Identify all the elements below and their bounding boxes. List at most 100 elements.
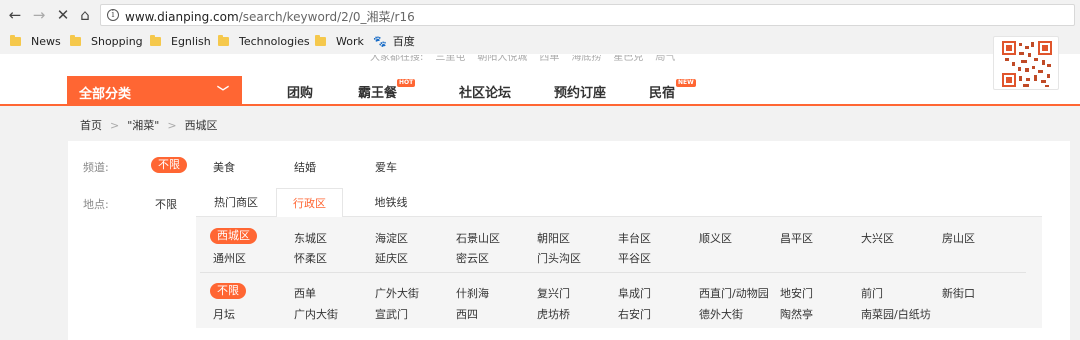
bookmark-work[interactable]: Work [315,33,364,49]
chevron-down-icon: ﹀ [217,85,230,99]
location-option-any[interactable]: 不限 [155,196,177,212]
nav-forum[interactable]: 社区论坛 [459,82,511,101]
tab-subway-lines[interactable]: 地铁线 [368,188,414,217]
url-path: /search/keyword/2/0_湘菜/r16 [238,10,415,24]
home-icon[interactable]: ⌂ [76,6,94,24]
channel-option-car[interactable]: 爱车 [375,159,397,175]
district-option[interactable]: 丰台区 [618,230,651,246]
district-option[interactable]: 房山区 [942,230,975,246]
subarea-option[interactable]: 新街口 [942,285,975,301]
subarea-option[interactable]: 右安门 [618,306,651,322]
subarea-option[interactable]: 地安门 [780,285,813,301]
district-option[interactable]: 东城区 [294,230,327,246]
bookmark-label: Egnlish [171,34,211,48]
district-option[interactable]: 石景山区 [456,230,500,246]
qr-code [993,36,1059,90]
nav-tuangou[interactable]: 团购 [287,82,313,101]
tab-administrative-districts[interactable]: 行政区 [276,188,343,217]
chevron-right-icon: > [110,119,120,132]
subarea-option[interactable]: 复兴门 [537,285,570,301]
subarea-option[interactable]: 陶然亭 [780,306,813,322]
qr-code-icon [1001,40,1053,88]
channel-option-food[interactable]: 美食 [213,159,235,175]
subarea-option[interactable]: 前门 [861,285,883,301]
hot-searches: 大家都在搜: 三里屯 朝阳大悦城 西单 海底捞 星巴克 局气 [370,55,687,66]
subarea-option[interactable]: 广外大街 [375,285,419,301]
bookmark-label: Work [336,34,364,48]
nav-label: 团购 [287,86,314,101]
subarea-option[interactable]: 阜成门 [618,285,651,301]
bookmark-egnlish[interactable]: Egnlish [150,33,211,49]
district-option[interactable]: 平谷区 [618,250,651,266]
subarea-option[interactable]: 什刹海 [456,285,489,301]
district-option[interactable]: 延庆区 [375,250,408,266]
back-arrow-icon[interactable]: ← [6,6,24,24]
subarea-option[interactable]: 广内大街 [294,306,338,322]
folder-icon [218,34,229,46]
browser-toolbar: ← → ✕ ⌂ i www.dianping.com/search/keywor… [0,0,1080,30]
breadcrumb-home[interactable]: 首页 [80,119,102,132]
bookmark-shopping[interactable]: Shopping [70,33,143,49]
site-info-icon[interactable]: i [107,9,119,21]
district-option[interactable]: 密云区 [456,250,489,266]
tab-label: 热门商区 [214,196,258,209]
breadcrumb: 首页 > "湘菜" > 西城区 [80,117,218,133]
nav-minsu[interactable]: 民宿 NEW [649,79,696,101]
folder-icon [10,34,21,46]
url-text: www.dianping.com/search/keyword/2/0_湘菜/r… [125,8,415,25]
channel-option-wedding[interactable]: 结婚 [294,159,316,175]
district-option[interactable]: 朝阳区 [537,230,570,246]
subarea-option[interactable]: 宣武门 [375,306,408,322]
nav-bawangcan[interactable]: 霸王餐 HOT [358,79,416,101]
subarea-option[interactable]: 月坛 [213,306,235,322]
tab-hot-districts[interactable]: 热门商区 [210,188,262,217]
new-badge: NEW [676,79,696,87]
folder-icon [70,34,81,46]
subarea-option[interactable]: 不限 [210,283,246,299]
url-host: www.dianping.com [125,10,239,24]
district-option[interactable]: 大兴区 [861,230,894,246]
bookmark-baidu[interactable]: 🐾 百度 [373,33,415,49]
hot-search-link[interactable]: 三里屯 [435,55,465,63]
filter-panel: 频道: 不限 美食 结婚 爱车 地点: 不限 热门商区 西城区 东城区 海淀区 … [68,141,1070,340]
subarea-option[interactable]: 南菜园/白纸坊 [861,306,931,322]
forward-arrow-icon[interactable]: → [30,6,48,24]
hot-search-label: 大家都在搜: [370,55,424,63]
hot-search-link[interactable]: 西单 [539,55,559,63]
baidu-paw-icon: 🐾 [373,34,387,48]
district-option[interactable]: 海淀区 [375,230,408,246]
hot-search-link[interactable]: 星巴克 [613,55,643,63]
district-option[interactable]: 怀柔区 [294,250,327,266]
subarea-option[interactable]: 西直门/动物园 [699,285,769,301]
district-option[interactable]: 西城区 [210,228,257,244]
subarea-option[interactable]: 德外大街 [699,306,743,322]
all-categories-button[interactable]: 全部分类 ﹀ [67,76,242,106]
subarea-option[interactable]: 虎坊桥 [537,306,570,322]
address-bar[interactable]: i www.dianping.com/search/keyword/2/0_湘菜… [100,4,1075,26]
bookmark-news[interactable]: News [10,33,61,49]
folder-icon [150,34,161,46]
header-divider [0,104,1080,106]
hot-search-link[interactable]: 局气 [655,55,675,63]
district-options-box: 西城区 东城区 海淀区 石景山区 朝阳区 丰台区 顺义区 昌平区 大兴区 房山区… [196,216,1042,328]
district-option[interactable]: 通州区 [213,250,246,266]
subarea-option[interactable]: 西单 [294,285,316,301]
tab-label: 行政区 [293,197,326,210]
nav-label: 社区论坛 [459,86,512,101]
hot-search-link[interactable]: 海底捞 [571,55,601,63]
channel-option-any[interactable]: 不限 [151,157,187,173]
district-option[interactable]: 顺义区 [699,230,732,246]
stop-loading-icon[interactable]: ✕ [54,6,72,24]
subarea-option[interactable]: 西四 [456,306,478,322]
district-option[interactable]: 昌平区 [780,230,813,246]
breadcrumb-keyword[interactable]: "湘菜" [127,119,159,132]
bookmark-technologies[interactable]: Technologies [218,33,310,49]
district-option[interactable]: 门头沟区 [537,250,581,266]
bookmark-label: Technologies [239,34,310,48]
bookmark-label: News [31,34,61,48]
hot-search-link[interactable]: 朝阳大悦城 [477,55,527,63]
nav-label: 预约订座 [554,86,607,101]
location-label: 地点: [83,198,109,211]
nav-reservation[interactable]: 预约订座 [554,82,606,101]
hot-badge: HOT [397,79,416,87]
